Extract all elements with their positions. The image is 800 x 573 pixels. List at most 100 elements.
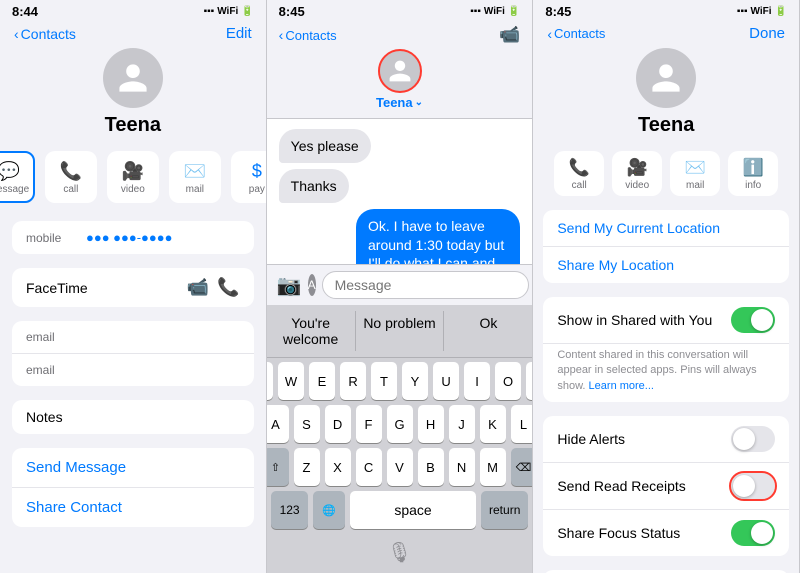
key-v[interactable]: V bbox=[387, 448, 413, 486]
hide-alerts-toggle[interactable] bbox=[731, 426, 775, 452]
message-button[interactable]: 💬 message bbox=[0, 151, 35, 203]
pay-icon: $ bbox=[252, 161, 262, 182]
battery-icon-2: 🔋 bbox=[508, 6, 520, 17]
info-call-icon: 📞 bbox=[569, 158, 590, 178]
info-action-buttons: 📞 call 🎥 video ✉️ mail ℹ️ info bbox=[533, 151, 799, 196]
contact-avatar-messages[interactable] bbox=[378, 49, 422, 93]
quicktype-1[interactable]: You're welcome bbox=[267, 311, 356, 351]
nav-bar-3: ‹ Contacts Done bbox=[533, 21, 799, 48]
key-c[interactable]: C bbox=[356, 448, 382, 486]
key-return[interactable]: return bbox=[481, 491, 528, 529]
video-button[interactable]: 🎥 video bbox=[107, 151, 159, 203]
info-call-button[interactable]: 📞 call bbox=[554, 151, 604, 196]
contact-name-messages[interactable]: Teena ⌄ bbox=[376, 95, 423, 110]
email-row-2: email bbox=[12, 354, 254, 386]
message-input[interactable] bbox=[322, 271, 529, 299]
time-3: 8:45 bbox=[545, 4, 571, 19]
key-w[interactable]: W bbox=[278, 362, 304, 400]
done-button[interactable]: Done bbox=[749, 25, 785, 42]
key-z[interactable]: Z bbox=[294, 448, 320, 486]
contact-name-1: Teena bbox=[0, 114, 266, 137]
signal-icon: ▪▪▪ bbox=[204, 6, 215, 17]
status-bar-1: 8:44 ▪▪▪ WiFi 🔋 bbox=[0, 0, 266, 21]
pay-button[interactable]: $ pay bbox=[231, 151, 267, 203]
key-space[interactable]: space bbox=[350, 491, 476, 529]
send-message-link[interactable]: Send Message bbox=[12, 448, 254, 487]
quicktype-3[interactable]: Ok bbox=[444, 311, 532, 351]
key-e[interactable]: E bbox=[309, 362, 335, 400]
key-a[interactable]: A bbox=[267, 405, 289, 443]
key-m[interactable]: M bbox=[480, 448, 506, 486]
key-f[interactable]: F bbox=[356, 405, 382, 443]
key-k[interactable]: K bbox=[480, 405, 506, 443]
wifi-icon-3: WiFi bbox=[751, 6, 772, 17]
key-d[interactable]: D bbox=[325, 405, 351, 443]
learn-more-link[interactable]: Learn more... bbox=[589, 380, 654, 392]
key-g[interactable]: G bbox=[387, 405, 413, 443]
info-back[interactable]: ‹ Contacts bbox=[547, 26, 605, 42]
avatar-info bbox=[636, 48, 696, 108]
key-h[interactable]: H bbox=[418, 405, 444, 443]
messages-back[interactable]: ‹ Contacts bbox=[279, 27, 337, 43]
key-p[interactable]: P bbox=[526, 362, 533, 400]
contact-name-info: Teena bbox=[533, 114, 799, 137]
call-button[interactable]: 📞 call bbox=[45, 151, 97, 203]
notes-section: Notes bbox=[12, 400, 254, 434]
send-receipts-toggle[interactable] bbox=[731, 473, 775, 499]
key-u[interactable]: U bbox=[433, 362, 459, 400]
key-b[interactable]: B bbox=[418, 448, 444, 486]
share-location-row[interactable]: Share My Location bbox=[543, 247, 789, 283]
key-s[interactable]: S bbox=[294, 405, 320, 443]
key-t[interactable]: T bbox=[371, 362, 397, 400]
edit-button[interactable]: Edit bbox=[226, 25, 252, 42]
key-i[interactable]: I bbox=[464, 362, 490, 400]
mic-row: 🎙 bbox=[271, 534, 529, 569]
nav-bar-1: ‹ Contacts Edit bbox=[0, 21, 266, 48]
key-shift[interactable]: ⇧ bbox=[267, 448, 289, 486]
key-r[interactable]: R bbox=[340, 362, 366, 400]
key-emoji[interactable]: 🌐 bbox=[313, 491, 345, 529]
status-icons-1: ▪▪▪ WiFi 🔋 bbox=[204, 6, 254, 17]
info-scroll: Teena 📞 call 🎥 video ✉️ mail ℹ️ info bbox=[533, 48, 799, 573]
facetime-call-icon[interactable]: 📹 bbox=[499, 25, 520, 45]
send-location-row[interactable]: Send My Current Location bbox=[543, 210, 789, 247]
key-y[interactable]: Y bbox=[402, 362, 428, 400]
key-q[interactable]: Q bbox=[267, 362, 273, 400]
chevron-left-icon: ‹ bbox=[14, 26, 19, 42]
keyboard-mic-icon[interactable]: 🎙 bbox=[387, 540, 412, 565]
camera-icon[interactable]: 📷 bbox=[277, 273, 302, 298]
chevron-left-icon-2: ‹ bbox=[279, 27, 284, 43]
facetime-row[interactable]: FaceTime 📹 📞 bbox=[12, 268, 254, 307]
share-focus-row: Share Focus Status bbox=[543, 510, 789, 556]
app-store-icon[interactable]: A bbox=[308, 274, 316, 296]
share-focus-toggle[interactable] bbox=[731, 520, 775, 546]
key-l[interactable]: L bbox=[511, 405, 534, 443]
status-bar-2: 8:45 ▪▪▪ WiFi 🔋 bbox=[267, 0, 533, 21]
mobile-row: mobile ●●● ●●●-●●●● bbox=[12, 221, 254, 254]
info-mail-button[interactable]: ✉️ mail bbox=[670, 151, 720, 196]
info-video-button[interactable]: 🎥 video bbox=[612, 151, 662, 196]
messages-header: Teena ⌄ bbox=[267, 45, 533, 118]
key-x[interactable]: X bbox=[325, 448, 351, 486]
facetime-video-icon[interactable]: 📹 bbox=[187, 277, 209, 298]
key-n[interactable]: N bbox=[449, 448, 475, 486]
shared-toggle[interactable] bbox=[731, 307, 775, 333]
info-panel: 8:45 ▪▪▪ WiFi 🔋 ‹ Contacts Done Teena 📞 … bbox=[533, 0, 800, 573]
share-contact-link[interactable]: Share Contact bbox=[12, 487, 254, 527]
key-123[interactable]: 123 bbox=[271, 491, 309, 529]
mail-button[interactable]: ✉️ mail bbox=[169, 151, 221, 203]
info-info-icon: ℹ️ bbox=[743, 158, 764, 178]
info-info-button[interactable]: ℹ️ info bbox=[728, 151, 778, 196]
info-mail-icon: ✉️ bbox=[685, 158, 706, 178]
kb-row-4: 123 🌐 space return bbox=[271, 491, 529, 529]
back-to-contacts[interactable]: ‹ Contacts bbox=[14, 26, 76, 42]
shared-sub-text: Content shared in this conversation will… bbox=[543, 344, 789, 402]
toggle-thumb-shared bbox=[751, 309, 773, 331]
quicktype-2[interactable]: No problem bbox=[356, 311, 445, 351]
time-2: 8:45 bbox=[279, 4, 305, 19]
message-bubble-3: Ok. I have to leave around 1:30 today bu… bbox=[356, 209, 520, 264]
facetime-audio-icon[interactable]: 📞 bbox=[217, 277, 239, 298]
key-o[interactable]: O bbox=[495, 362, 521, 400]
key-delete[interactable]: ⌫ bbox=[511, 448, 534, 486]
key-j[interactable]: J bbox=[449, 405, 475, 443]
